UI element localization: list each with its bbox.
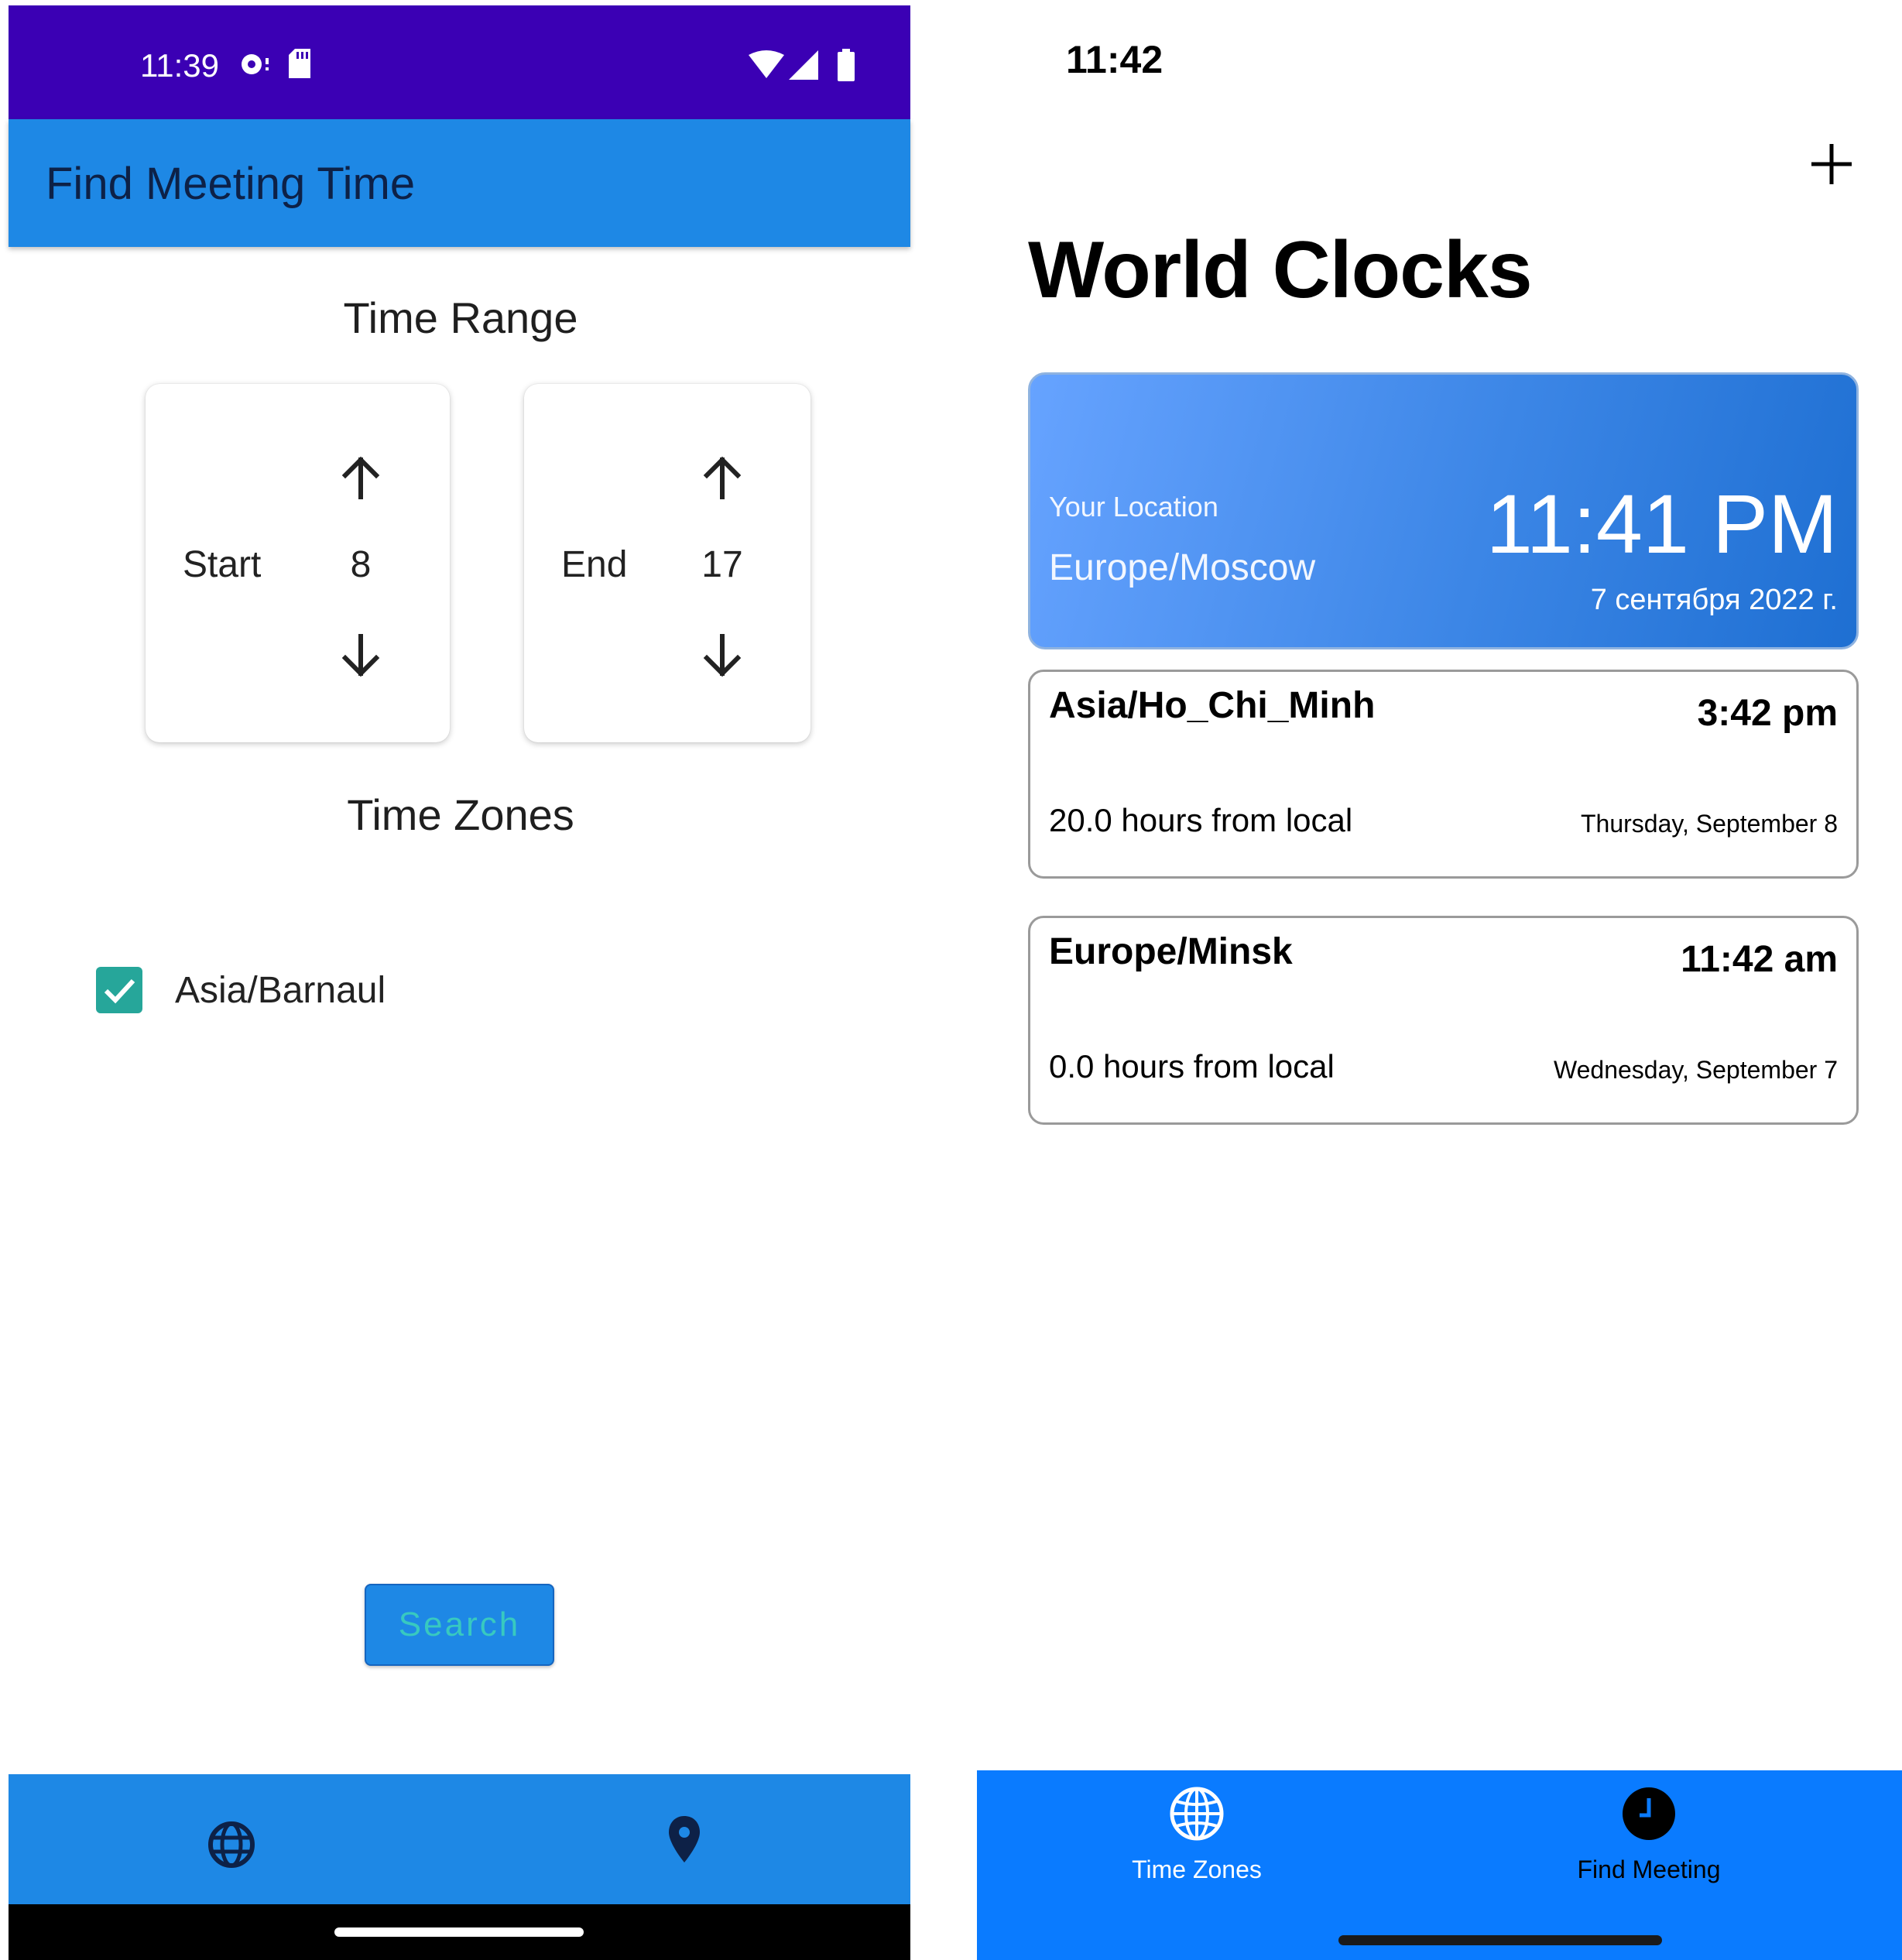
decrement-end-arrow-down-icon[interactable] [697, 630, 747, 680]
zone-time: 11:42 am [1681, 939, 1838, 980]
tab-label: Time Zones [1132, 1855, 1262, 1883]
local-date: 7 сентября 2022 г. [1590, 584, 1838, 616]
ios-status-time: 11:42 [1066, 38, 1163, 81]
clock-icon [1623, 1787, 1675, 1840]
globe-icon [1170, 1787, 1224, 1841]
tab-time-zones[interactable]: Time Zones [1042, 1786, 1352, 1884]
android-status-bar: 11:39 [9, 5, 910, 119]
home-indicator[interactable] [1338, 1935, 1662, 1945]
globe-icon[interactable] [207, 1821, 255, 1869]
timezone-card[interactable]: Europe/Minsk 11:42 am 0.0 hours from loc… [1028, 916, 1859, 1125]
increment-start-arrow-up-icon[interactable] [336, 454, 386, 503]
battery-icon [838, 49, 855, 81]
app-bar: Find Meeting Time [9, 119, 910, 247]
end-label: End [561, 544, 628, 585]
zone-date: Thursday, September 8 [1580, 810, 1838, 838]
end-value: 17 [701, 544, 743, 585]
bottom-navigation [9, 1774, 910, 1904]
checkmark-icon [104, 978, 135, 1004]
tab-bar: Time Zones Find Meeting [977, 1770, 1902, 1960]
android-screen: 11:39 Find Meeting Time Time Range Start… [0, 0, 921, 1960]
start-label: Start [183, 544, 262, 585]
increment-end-arrow-up-icon[interactable] [697, 454, 747, 503]
zone-name: Asia/Ho_Chi_Minh [1049, 685, 1376, 726]
plus-icon[interactable] [1810, 142, 1853, 186]
home-gesture-handle[interactable] [334, 1927, 584, 1937]
start-value: 8 [350, 544, 372, 585]
timezone-card[interactable]: Asia/Ho_Chi_Minh 3:42 pm 20.0 hours from… [1028, 670, 1859, 879]
cellular-signal-icon [789, 50, 818, 80]
local-clock-card: Your Location Europe/Moscow 11:41 PM 7 с… [1028, 372, 1859, 649]
start-hour-picker: Start 8 [146, 384, 450, 742]
status-time: 11:39 [140, 47, 219, 84]
local-time: 11:41 PM [1486, 477, 1838, 571]
sd-card-icon [289, 49, 310, 78]
time-zones-title: Time Zones [347, 790, 574, 839]
your-location-label: Your Location [1049, 491, 1218, 523]
app-bar-title: Find Meeting Time [46, 159, 416, 209]
system-navigation-bar [9, 1904, 910, 1960]
location-pin-icon[interactable] [667, 1814, 701, 1864]
time-range-title: Time Range [343, 293, 578, 342]
timezone-label: Asia/Barnaul [175, 970, 386, 1011]
zone-date: Wednesday, September 7 [1553, 1056, 1838, 1084]
ios-screen: 11:42 World Clocks Your Location Europe/… [921, 0, 1902, 1960]
tab-label: Find Meeting [1577, 1855, 1721, 1883]
local-timezone-name: Europe/Moscow [1049, 547, 1316, 588]
zone-offset: 0.0 hours from local [1049, 1048, 1335, 1085]
page-title: World Clocks [1028, 225, 1533, 315]
search-button[interactable]: Search [365, 1584, 554, 1666]
zone-time: 3:42 pm [1697, 693, 1838, 734]
zone-offset: 20.0 hours from local [1049, 802, 1353, 838]
timezone-checkbox[interactable] [96, 967, 142, 1013]
notification-icon [242, 54, 269, 74]
tab-find-meeting[interactable]: Find Meeting [1494, 1786, 1804, 1884]
zone-name: Europe/Minsk [1049, 931, 1293, 972]
wifi-icon [749, 50, 784, 78]
end-hour-picker: End 17 [524, 384, 810, 742]
decrement-start-arrow-down-icon[interactable] [336, 630, 386, 680]
